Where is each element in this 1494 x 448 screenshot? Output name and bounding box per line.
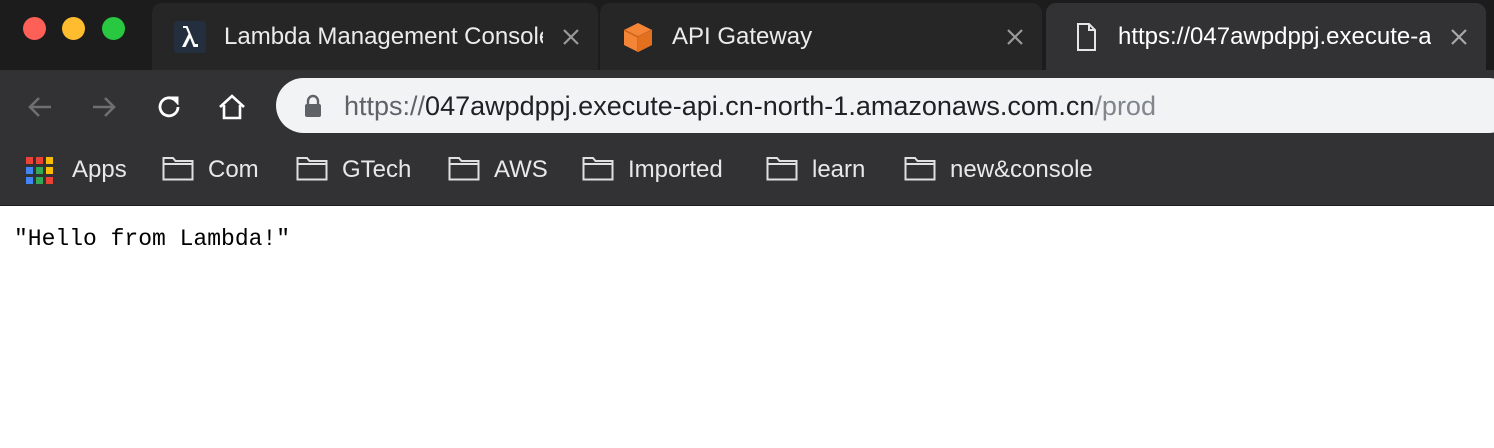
close-icon[interactable] — [1003, 25, 1027, 49]
document-icon — [1070, 21, 1102, 53]
bookmark-folder-com[interactable]: Com — [162, 150, 259, 190]
bookmark-label: new&console — [950, 156, 1093, 183]
folder-icon — [448, 155, 480, 186]
bookmark-label: GTech — [342, 156, 412, 183]
bookmarks-bar: Apps Com GTech AWS Imported learn new&co… — [0, 138, 1494, 206]
lock-icon[interactable] — [303, 94, 323, 118]
url-text[interactable]: https://047awpdppj.execute-api.cn-north-… — [344, 91, 1156, 122]
tab-title: https://047awpdppj.execute-api.cn-north-… — [1118, 23, 1431, 50]
folder-icon — [582, 155, 614, 186]
bookmark-folder-learn[interactable]: learn — [766, 150, 865, 190]
folder-icon — [904, 155, 936, 186]
bookmark-folder-gtech[interactable]: GTech — [296, 150, 411, 190]
url-scheme: https:// — [344, 91, 426, 121]
close-icon[interactable] — [559, 25, 583, 49]
bookmark-folder-imported[interactable]: Imported — [582, 150, 723, 190]
url-host: 047awpdppj.execute-api.cn-north-1.amazon… — [425, 91, 1095, 121]
bookmark-label: learn — [812, 156, 866, 183]
tab-lambda-console[interactable]: Lambda Management Console — [152, 3, 598, 70]
folder-icon — [766, 155, 798, 186]
back-icon[interactable] — [25, 92, 55, 122]
tab-title: API Gateway — [672, 23, 813, 50]
window-minimize-button[interactable] — [62, 17, 85, 40]
url-path: /prod — [1094, 91, 1156, 121]
title-bar: Lambda Management Console API Gateway ht… — [0, 0, 1494, 70]
window-zoom-button[interactable] — [102, 17, 125, 40]
tab-api-gateway[interactable]: API Gateway — [600, 3, 1042, 70]
folder-icon — [162, 155, 194, 186]
tab-title: Lambda Management Console — [224, 23, 543, 50]
tab-execute-api[interactable]: https://047awpdppj.execute-api.cn-north-… — [1046, 3, 1486, 70]
aws-lambda-icon — [174, 21, 206, 53]
response-body-text: "Hello from Lambda!" — [14, 226, 291, 252]
bookmark-label: Com — [208, 156, 259, 183]
home-icon[interactable] — [217, 92, 247, 122]
bookmark-apps[interactable]: Apps — [26, 150, 127, 190]
bookmark-folder-new-console[interactable]: new&console — [904, 150, 1093, 190]
bookmark-label: Apps — [72, 156, 127, 183]
bookmark-label: Imported — [628, 156, 723, 183]
api-gateway-icon — [622, 21, 654, 53]
apps-grid-icon — [26, 156, 53, 184]
bookmark-label: AWS — [494, 156, 548, 183]
folder-icon — [296, 155, 328, 186]
bookmark-folder-aws[interactable]: AWS — [448, 150, 548, 190]
forward-icon[interactable] — [89, 92, 119, 122]
close-icon[interactable] — [1447, 25, 1471, 49]
address-bar[interactable]: https://047awpdppj.execute-api.cn-north-… — [276, 78, 1494, 133]
window-close-button[interactable] — [23, 17, 46, 40]
reload-icon[interactable] — [154, 92, 184, 122]
